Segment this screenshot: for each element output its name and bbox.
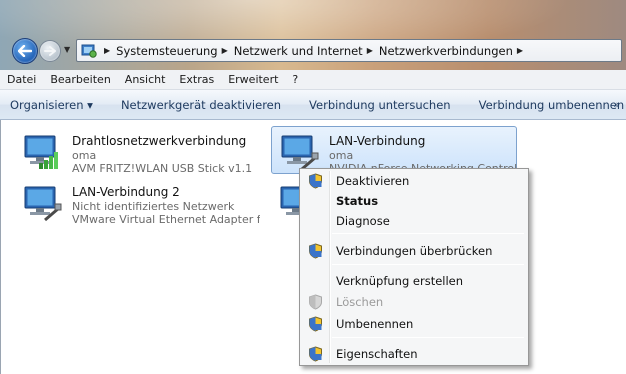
connection-name: Drahtlosnetzwerkverbindung [72,134,247,148]
breadcrumb-systemsteuerung[interactable]: Systemsteuerung [116,44,217,58]
shield-icon [309,173,322,189]
back-button[interactable] [12,38,38,64]
organize-button[interactable]: Organisieren ▾ [10,98,93,112]
connection-item-lan-2[interactable]: LAN-Verbindung 2 Nicht identifiziertes N… [15,178,261,226]
menu-item-rename[interactable]: Umbenennen [302,314,526,334]
chevron-right-icon[interactable]: ▶ [222,46,228,55]
connection-device: VMware Virtual Ethernet Adapter f... [72,213,260,226]
menu-item-properties[interactable]: Eigenschaften [302,344,526,364]
menu-item-diagnose[interactable]: Diagnose [302,211,526,231]
menu-item-label: Deaktivieren [336,174,410,188]
network-adapter-icon [24,135,58,169]
menu-item-label: Verknüpfung erstellen [336,274,464,288]
menu-item-label: Status [336,194,379,208]
menu-erweitert[interactable]: Erweitert [228,73,278,86]
chevron-right-icon[interactable]: ▶ [367,46,373,55]
menu-separator [332,233,524,234]
menu-item-label: Eigenschaften [336,347,418,361]
connection-item-lan[interactable]: LAN-Verbindung oma NVIDIA nForce Network… [271,126,517,175]
connection-status: oma [72,149,97,162]
menu-datei[interactable]: Datei [7,73,36,86]
arrow-right-icon [44,46,56,56]
shield-icon [309,243,322,259]
menu-extras[interactable]: Extras [179,73,214,86]
diagnose-connection-button[interactable]: Verbindung untersuchen [309,98,451,112]
breadcrumb-netzwerk-internet[interactable]: Netzwerk und Internet [234,44,363,58]
menu-help[interactable]: ? [292,73,298,86]
menu-item-create-shortcut[interactable]: Verknüpfung erstellen [302,271,526,291]
connection-status: Nicht identifiziertes Netzwerk [72,200,235,213]
disable-device-button[interactable]: Netzwerkgerät deaktivieren [121,98,281,112]
address-bar[interactable]: ▶ Systemsteuerung ▶ Netzwerk und Interne… [76,39,622,62]
forward-button[interactable] [39,40,61,62]
menu-item-bridge[interactable]: Verbindungen überbrücken [302,241,526,261]
shield-icon [309,346,322,362]
more-commands-button[interactable]: » [613,98,620,111]
connection-status: oma [329,149,354,162]
shield-icon [309,294,322,310]
connection-name: LAN-Verbindung 2 [72,185,180,199]
menu-item-label: Löschen [336,295,384,309]
arrow-left-icon [18,45,32,57]
chevron-right-icon: ▶ [104,46,111,55]
context-menu: Deaktivieren Status Diagnose Verbindunge… [299,168,529,366]
menu-ansicht[interactable]: Ansicht [125,73,166,86]
network-adapter-icon [281,135,319,171]
chevron-right-icon[interactable]: ▶ [517,46,523,55]
connection-item-wireless[interactable]: Drahtlosnetzwerkverbindung oma AVM FRITZ… [15,127,261,175]
connection-name: LAN-Verbindung [329,134,426,148]
recent-pages-dropdown[interactable]: ▼ [64,45,70,54]
menu-item-label: Diagnose [336,214,390,228]
menu-separator [332,337,524,338]
control-panel-icon [81,43,97,59]
menu-item-label: Verbindungen überbrücken [336,244,493,258]
command-bar: Organisieren ▾ Netzwerkgerät deaktiviere… [0,90,626,120]
menu-item-status[interactable]: Status [302,191,526,211]
menu-item-deaktivieren[interactable]: Deaktivieren [302,171,526,191]
menu-item-label: Umbenennen [336,317,414,331]
rename-connection-button[interactable]: Verbindung umbenennen [479,98,625,112]
menu-bearbeiten[interactable]: Bearbeiten [50,73,110,86]
menu-bar: Datei Bearbeiten Ansicht Extras Erweiter… [0,70,626,90]
breadcrumb-netzwerkverbindungen[interactable]: Netzwerkverbindungen [379,44,513,58]
network-adapter-icon [24,186,62,222]
connection-device: AVM FRITZ!WLAN USB Stick v1.1 [72,162,253,175]
menu-item-delete: Löschen [302,292,526,312]
shield-icon [309,316,322,332]
menu-separator [332,264,524,265]
